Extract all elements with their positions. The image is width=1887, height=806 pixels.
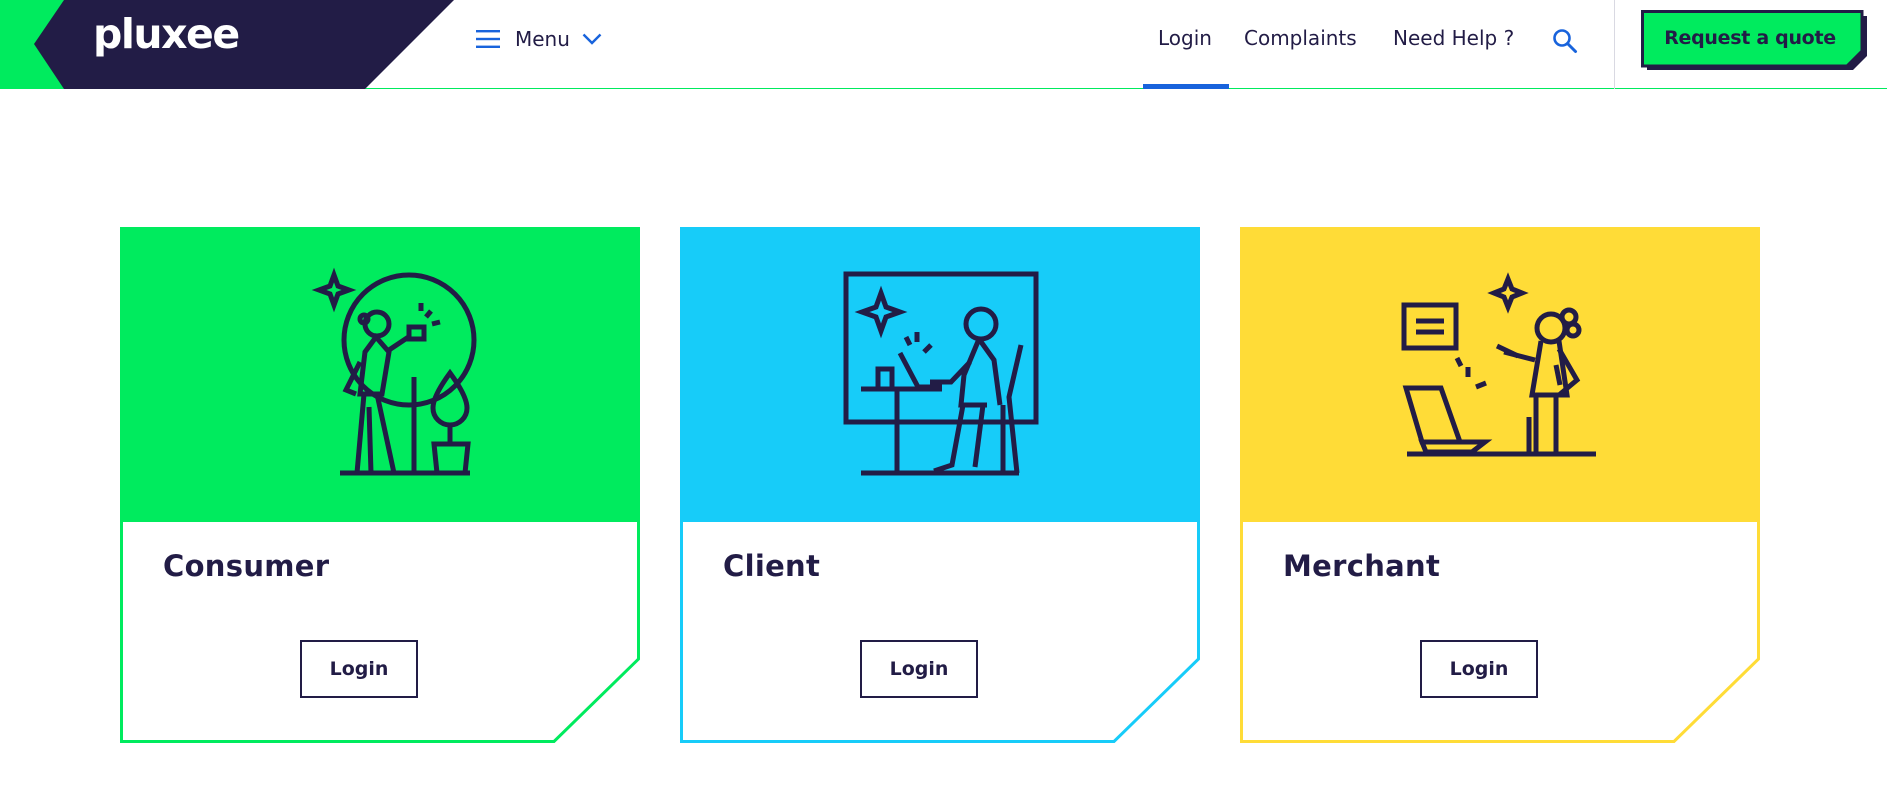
- menu-button[interactable]: Menu: [476, 22, 602, 56]
- client-card: Client Login: [680, 227, 1200, 743]
- woman-with-card-icon: [311, 267, 477, 476]
- active-tab-indicator: [1143, 84, 1229, 89]
- nav-need-help[interactable]: Need Help ?: [1393, 26, 1514, 50]
- person-at-laptop-icon: [843, 271, 1039, 476]
- card-title: Merchant: [1283, 549, 1441, 583]
- consumer-card: Consumer Login: [120, 227, 640, 743]
- chevron-down-icon: [582, 33, 602, 45]
- header-divider: [1614, 0, 1615, 89]
- hamburger-icon: [476, 30, 500, 48]
- merchant-login-button[interactable]: Login: [1420, 640, 1538, 698]
- logo-text: pluxee: [93, 10, 240, 58]
- merchant-card: Merchant Login: [1240, 227, 1760, 743]
- request-quote-button[interactable]: Request a quote: [1641, 10, 1867, 70]
- pluxee-logo[interactable]: pluxee: [0, 0, 460, 89]
- menu-label: Menu: [515, 27, 570, 51]
- card-title: Client: [723, 549, 821, 583]
- card-title: Consumer: [163, 549, 330, 583]
- site-header: pluxee Menu Login Complaints Need Help ?…: [0, 0, 1887, 89]
- search-icon[interactable]: [1552, 28, 1578, 54]
- quote-button-label: Request a quote: [1664, 27, 1836, 49]
- nav-login[interactable]: Login: [1158, 26, 1212, 50]
- client-login-button[interactable]: Login: [860, 640, 978, 698]
- consumer-login-button[interactable]: Login: [300, 640, 418, 698]
- nav-complaints[interactable]: Complaints: [1244, 26, 1357, 50]
- merchant-with-laptop-icon: [1401, 272, 1596, 457]
